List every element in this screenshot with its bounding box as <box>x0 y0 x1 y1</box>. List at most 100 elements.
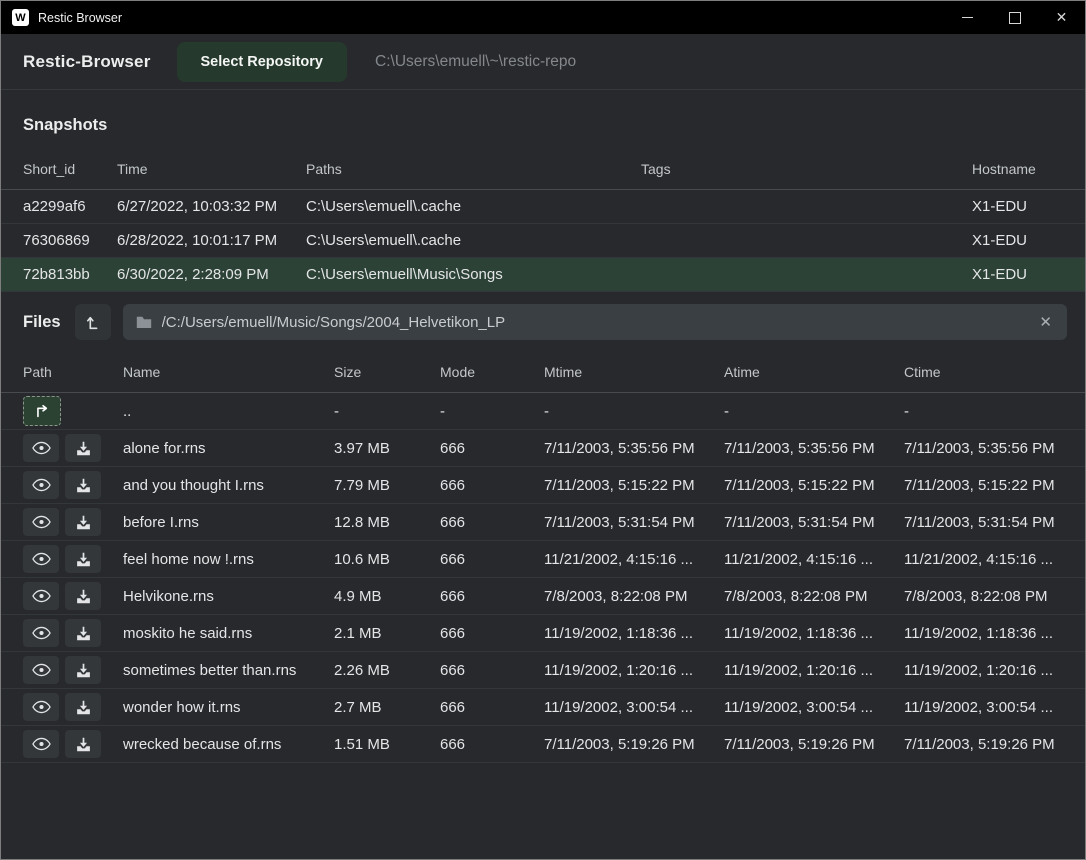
app-title: Restic-Browser <box>23 52 151 72</box>
file-row: and you thought I.rns7.79 MB6667/11/2003… <box>1 467 1085 504</box>
snapshots-col-short-id: Short_id <box>23 161 117 177</box>
file-mode: 666 <box>440 625 544 642</box>
download-file-button[interactable] <box>65 508 101 536</box>
minimize-button[interactable] <box>944 1 991 34</box>
file-mtime: 7/11/2003, 5:35:56 PM <box>544 440 724 457</box>
file-mode: - <box>440 403 544 420</box>
file-mtime: 7/8/2003, 8:22:08 PM <box>544 588 724 605</box>
snapshot-row[interactable]: 72b813bb6/30/2022, 2:28:09 PMC:\Users\em… <box>1 258 1085 292</box>
file-name: wonder how it.rns <box>123 699 334 716</box>
close-button[interactable]: ✕ <box>1038 1 1085 34</box>
download-icon <box>75 736 92 753</box>
file-size: - <box>334 403 440 420</box>
window-title: Restic Browser <box>38 11 122 25</box>
snapshot-short-id: 72b813bb <box>23 266 117 283</box>
file-atime: 11/19/2002, 3:00:54 ... <box>724 699 904 716</box>
file-row: before I.rns12.8 MB6667/11/2003, 5:31:54… <box>1 504 1085 541</box>
preview-file-button[interactable] <box>23 545 59 573</box>
eye-icon <box>32 700 51 714</box>
file-name: alone for.rns <box>123 440 334 457</box>
file-mtime: - <box>544 403 724 420</box>
preview-file-button[interactable] <box>23 619 59 647</box>
snapshot-time: 6/27/2022, 10:03:32 PM <box>117 198 306 215</box>
file-mtime: 7/11/2003, 5:15:22 PM <box>544 477 724 494</box>
file-ctime: 7/11/2003, 5:35:56 PM <box>904 440 1067 457</box>
file-size: 1.51 MB <box>334 736 440 753</box>
snapshot-row[interactable]: a2299af66/27/2022, 10:03:32 PMC:\Users\e… <box>1 190 1085 224</box>
download-file-button[interactable] <box>65 582 101 610</box>
download-file-button[interactable] <box>65 656 101 684</box>
file-mtime: 11/19/2002, 3:00:54 ... <box>544 699 724 716</box>
preview-file-button[interactable] <box>23 434 59 462</box>
snapshot-hostname: X1-EDU <box>972 232 1067 249</box>
file-atime: 7/8/2003, 8:22:08 PM <box>724 588 904 605</box>
file-row-actions <box>23 693 123 721</box>
file-ctime: 11/19/2002, 3:00:54 ... <box>904 699 1067 716</box>
file-row: Helvikone.rns4.9 MB6667/8/2003, 8:22:08 … <box>1 578 1085 615</box>
preview-file-button[interactable] <box>23 582 59 610</box>
files-col-path: Path <box>23 364 123 380</box>
close-icon: ✕ <box>1056 9 1068 26</box>
snapshot-hostname: X1-EDU <box>972 198 1067 215</box>
snapshot-paths: C:\Users\emuell\.cache <box>306 198 641 215</box>
eye-icon <box>32 663 51 677</box>
maximize-button[interactable] <box>991 1 1038 34</box>
file-ctime: 7/11/2003, 5:15:22 PM <box>904 477 1067 494</box>
download-file-button[interactable] <box>65 471 101 499</box>
snapshot-paths: C:\Users\emuell\Music\Songs <box>306 266 641 283</box>
preview-file-button[interactable] <box>23 693 59 721</box>
level-up-button[interactable] <box>75 304 111 340</box>
go-parent-button[interactable] <box>23 396 61 426</box>
current-path-value: /C:/Users/emuell/Music/Songs/2004_Helvet… <box>162 314 1028 331</box>
folder-icon <box>136 315 152 329</box>
download-icon <box>75 625 92 642</box>
download-icon <box>75 514 92 531</box>
snapshots-table-header: Short_id Time Paths Tags Hostname <box>1 149 1085 190</box>
files-col-ctime: Ctime <box>904 364 1067 380</box>
download-file-button[interactable] <box>65 730 101 758</box>
download-file-button[interactable] <box>65 619 101 647</box>
eye-icon <box>32 626 51 640</box>
file-mode: 666 <box>440 514 544 531</box>
file-mode: 666 <box>440 588 544 605</box>
file-size: 2.7 MB <box>334 699 440 716</box>
file-ctime: 11/21/2002, 4:15:16 ... <box>904 551 1067 568</box>
download-file-button[interactable] <box>65 545 101 573</box>
file-row: alone for.rns3.97 MB6667/11/2003, 5:35:5… <box>1 430 1085 467</box>
preview-file-button[interactable] <box>23 656 59 684</box>
files-col-mode: Mode <box>440 364 544 380</box>
repository-path: C:\Users\emuell\~\restic-repo <box>375 53 576 71</box>
download-icon <box>75 662 92 679</box>
files-table-body: ..-----alone for.rns3.97 MB6667/11/2003,… <box>1 393 1085 763</box>
download-file-button[interactable] <box>65 693 101 721</box>
file-mtime: 7/11/2003, 5:19:26 PM <box>544 736 724 753</box>
file-row-actions <box>23 619 123 647</box>
preview-file-button[interactable] <box>23 508 59 536</box>
file-row-actions <box>23 508 123 536</box>
eye-icon <box>32 552 51 566</box>
file-name: feel home now !.rns <box>123 551 334 568</box>
file-row-actions <box>23 582 123 610</box>
file-name: sometimes better than.rns <box>123 662 334 679</box>
download-icon <box>75 699 92 716</box>
file-atime: 11/21/2002, 4:15:16 ... <box>724 551 904 568</box>
snapshot-row[interactable]: 763068696/28/2022, 10:01:17 PMC:\Users\e… <box>1 224 1085 258</box>
preview-file-button[interactable] <box>23 730 59 758</box>
file-atime: - <box>724 403 904 420</box>
preview-file-button[interactable] <box>23 471 59 499</box>
file-row: wonder how it.rns2.7 MB66611/19/2002, 3:… <box>1 689 1085 726</box>
file-mtime: 11/19/2002, 1:20:16 ... <box>544 662 724 679</box>
snapshots-col-hostname: Hostname <box>972 161 1067 177</box>
eye-icon <box>32 515 51 529</box>
app-header: Restic-Browser Select Repository C:\User… <box>1 34 1085 90</box>
eye-icon <box>32 737 51 751</box>
current-path-input[interactable]: /C:/Users/emuell/Music/Songs/2004_Helvet… <box>123 304 1067 340</box>
select-repository-button[interactable]: Select Repository <box>177 42 348 82</box>
clear-path-button[interactable]: ✕ <box>1037 313 1054 331</box>
snapshot-paths: C:\Users\emuell\.cache <box>306 232 641 249</box>
up-right-arrow-icon <box>33 402 51 420</box>
snapshots-table-body: a2299af66/27/2022, 10:03:32 PMC:\Users\e… <box>1 190 1085 292</box>
download-file-button[interactable] <box>65 434 101 462</box>
restic-browser-window: W Restic Browser ✕ Restic-Browser Select… <box>0 0 1086 860</box>
eye-icon <box>32 441 51 455</box>
